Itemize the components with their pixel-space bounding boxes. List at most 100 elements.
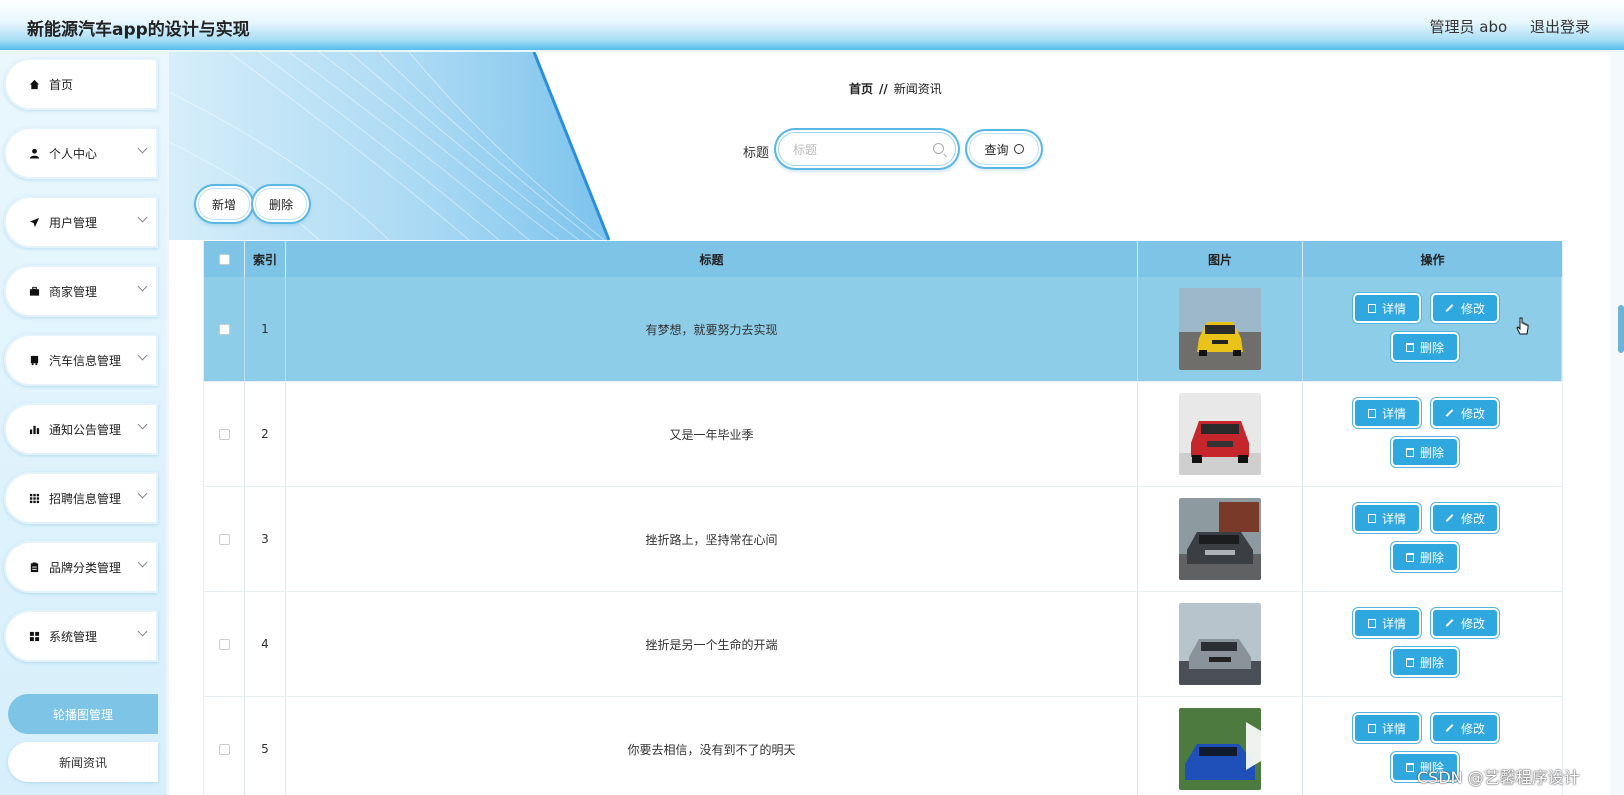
detail-button[interactable]: 详情 xyxy=(1355,715,1419,741)
edit-button[interactable]: 修改 xyxy=(1433,505,1497,531)
sidebar-item-brand-category-management[interactable]: 品牌分类管理 xyxy=(4,541,158,593)
table-row: 2 又是一年毕业季 详情 修改 删除 xyxy=(204,382,1562,487)
row-title: 挫折路上，坚持常在心间 xyxy=(286,487,1138,591)
column-header-image: 图片 xyxy=(1138,241,1303,277)
row-checkbox-cell xyxy=(204,277,245,381)
chevron-down-icon xyxy=(137,143,148,154)
sidebar-item-car-info-management[interactable]: 汽车信息管理 xyxy=(4,334,158,386)
mouse-pointer-icon xyxy=(1516,317,1529,335)
sidebar-subitem-carousel-management[interactable]: 轮播图管理 xyxy=(8,694,158,734)
row-checkbox[interactable] xyxy=(218,743,230,755)
sidebar-item-home[interactable]: 首页 xyxy=(4,58,158,110)
pencil-icon xyxy=(1445,304,1454,312)
sidebar-item-notice-management[interactable]: 通知公告管理 xyxy=(4,403,158,455)
row-checkbox-cell xyxy=(204,382,245,486)
table-row: 1 有梦想，就要努力去实现 详情 修改 删除 xyxy=(204,277,1562,382)
detail-button-label: 详情 xyxy=(1381,301,1406,316)
trash-icon xyxy=(1405,657,1414,667)
sidebar-item-system-management[interactable]: 系统管理 xyxy=(4,610,158,662)
grey-sedan-photo xyxy=(1179,498,1261,580)
edit-button[interactable]: 修改 xyxy=(1433,715,1497,741)
edit-button-label: 修改 xyxy=(1460,721,1485,736)
trash-icon xyxy=(1405,342,1414,352)
edit-button[interactable]: 修改 xyxy=(1433,400,1497,426)
row-index: 4 xyxy=(245,592,286,696)
admin-label: 管理员 abo xyxy=(1429,18,1508,36)
detail-button-label: 详情 xyxy=(1381,616,1406,631)
bar-chart-icon xyxy=(28,423,41,436)
page-scrollbar-thumb[interactable] xyxy=(1618,305,1624,353)
column-header-actions: 操作 xyxy=(1420,252,1445,267)
sidebar-item-personal-center[interactable]: 个人中心 xyxy=(4,127,158,179)
row-title: 有梦想，就要努力去实现 xyxy=(286,277,1138,381)
document-icon xyxy=(1367,303,1376,313)
news-table: 索引 标题 图片 操作 1 有梦想，就要努力去实现 详情 修改 删除 2 又是一… xyxy=(203,241,1563,795)
row-checkbox[interactable] xyxy=(218,323,230,335)
query-button-label: 查询 xyxy=(984,142,1009,157)
row-checkbox[interactable] xyxy=(218,638,230,650)
edit-button-label: 修改 xyxy=(1460,301,1485,316)
sidebar-item-label: 汽车信息管理 xyxy=(49,353,122,368)
sidebar-item-label: 个人中心 xyxy=(49,146,98,161)
sidebar-item-recruitment-management[interactable]: 招聘信息管理 xyxy=(4,472,158,524)
query-button[interactable]: 查询 xyxy=(969,133,1039,165)
document-icon xyxy=(1367,618,1376,628)
detail-button-label: 详情 xyxy=(1381,511,1406,526)
pencil-icon xyxy=(1445,724,1454,732)
page-scrollbar-track[interactable] xyxy=(1610,52,1624,795)
table-header: 索引 标题 图片 操作 xyxy=(204,241,1562,277)
row-image-cell xyxy=(1138,277,1303,381)
search-input[interactable] xyxy=(791,140,933,160)
edit-button[interactable]: 修改 xyxy=(1433,610,1497,636)
search-icon xyxy=(933,143,944,154)
select-all-checkbox[interactable] xyxy=(218,253,230,265)
detail-button-label: 详情 xyxy=(1381,406,1406,421)
send-icon xyxy=(28,216,41,229)
decorative-wave-background xyxy=(169,52,611,241)
row-image-cell xyxy=(1138,382,1303,486)
logout-link[interactable]: 退出登录 xyxy=(1530,18,1590,36)
delete-button-label: 删除 xyxy=(1419,340,1444,355)
row-checkbox[interactable] xyxy=(218,533,230,545)
play-icon xyxy=(1246,722,1286,770)
delete-button[interactable]: 删除 xyxy=(1393,544,1457,570)
detail-button[interactable]: 详情 xyxy=(1355,610,1419,636)
delete-button[interactable]: 删除 xyxy=(1393,334,1457,360)
column-header-index: 索引 xyxy=(245,241,286,277)
user-icon xyxy=(28,147,41,160)
breadcrumb-home[interactable]: 首页 xyxy=(849,82,873,96)
sidebar-item-label: 招聘信息管理 xyxy=(49,491,122,506)
document-icon xyxy=(1367,513,1376,523)
sidebar-item-label: 用户管理 xyxy=(49,215,98,230)
row-index: 2 xyxy=(245,382,286,486)
sidebar-item-label: 商家管理 xyxy=(49,284,98,299)
edit-button[interactable]: 修改 xyxy=(1433,295,1497,321)
sidebar-item-label: 品牌分类管理 xyxy=(49,560,122,575)
detail-button[interactable]: 详情 xyxy=(1355,505,1419,531)
row-actions-cell: 详情 修改 删除 xyxy=(1303,382,1562,486)
table-row: 5 你要去相信，没有到不了的明天 详情 修改 删除 xyxy=(204,697,1562,795)
breadcrumb-separator: // xyxy=(879,82,888,96)
row-checkbox-cell xyxy=(204,487,245,591)
sidebar-item-merchant-management[interactable]: 商家管理 xyxy=(4,265,158,317)
row-checkbox[interactable] xyxy=(218,428,230,440)
delete-button[interactable]: 删除 xyxy=(1393,649,1457,675)
sidebar-item-label: 首页 xyxy=(49,77,74,92)
row-actions-cell: 详情 修改 删除 xyxy=(1303,487,1562,591)
document-icon xyxy=(1367,723,1376,733)
column-header-title: 标题 xyxy=(286,241,1138,277)
clipboard-icon xyxy=(28,561,41,574)
batch-delete-button[interactable]: 删除 xyxy=(255,188,307,220)
delete-button[interactable]: 删除 xyxy=(1393,439,1457,465)
add-button[interactable]: 新增 xyxy=(198,188,250,220)
detail-button[interactable]: 详情 xyxy=(1355,295,1419,321)
sidebar-item-user-management[interactable]: 用户管理 xyxy=(4,196,158,248)
chevron-down-icon xyxy=(137,557,148,568)
edit-button-label: 修改 xyxy=(1460,616,1485,631)
detail-button-label: 详情 xyxy=(1381,721,1406,736)
row-actions-cell: 详情 修改 删除 xyxy=(1303,592,1562,696)
sidebar-subitem-news[interactable]: 新闻资讯 xyxy=(8,742,158,782)
document-icon xyxy=(1367,408,1376,418)
top-header: 新能源汽车app的设计与实现 管理员 abo 退出登录 xyxy=(0,0,1624,50)
detail-button[interactable]: 详情 xyxy=(1355,400,1419,426)
